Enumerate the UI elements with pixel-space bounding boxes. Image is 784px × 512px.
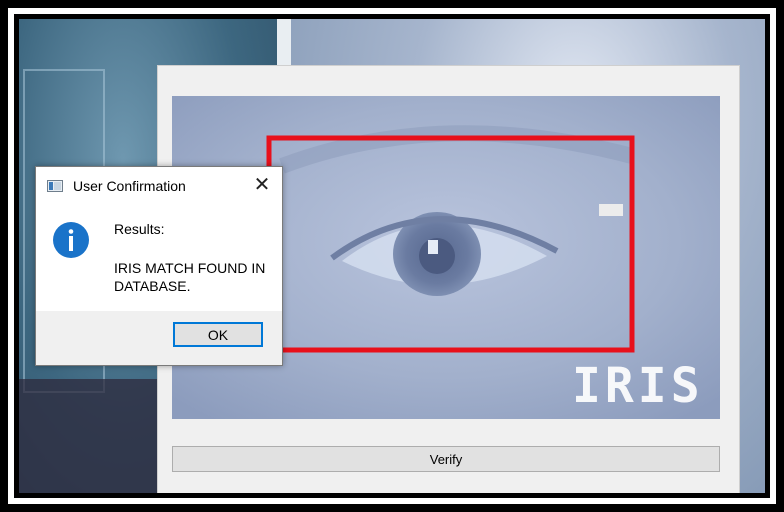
window-app-icon	[47, 180, 63, 192]
close-icon[interactable]: ✕	[250, 173, 274, 197]
ok-button[interactable]: OK	[173, 322, 263, 347]
info-icon	[53, 222, 89, 258]
window-side-strip	[599, 204, 623, 216]
dialog-title: User Confirmation	[73, 178, 186, 194]
pupil-reflection	[428, 240, 438, 254]
dialog-message: IRIS MATCH FOUND IN DATABASE.	[114, 260, 266, 294]
user-confirmation-dialog: User Confirmation ✕ Results: IRIS MATCH …	[35, 166, 283, 366]
iris-overlay-text: IRIS	[572, 358, 704, 414]
background-dark-area	[19, 379, 159, 493]
dialog-heading: Results:	[114, 221, 165, 237]
dialog-footer: OK	[36, 311, 282, 365]
verify-button[interactable]: Verify	[172, 446, 720, 472]
dialog-titlebar[interactable]: User Confirmation ✕	[36, 167, 282, 205]
